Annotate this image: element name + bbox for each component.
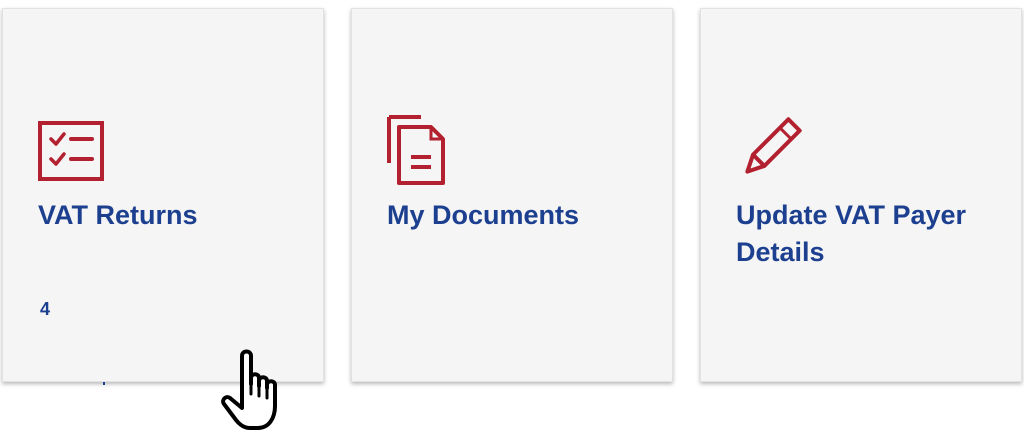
tile-count: 4 [40,299,51,319]
stray-dot [103,382,105,385]
tile-title: VAT Returns [38,200,198,230]
tile-title: Update VAT Payer Details [736,200,967,267]
tile-update-vat-payer-details[interactable]: Update VAT Payer Details [700,8,1022,382]
checklist-icon [36,113,108,185]
tile-grid: VAT Returns 4 My Documents Update VAT Pa… [0,0,1024,436]
documents-icon [385,113,457,185]
tile-my-documents[interactable]: My Documents [351,8,673,382]
tile-vat-returns[interactable]: VAT Returns 4 [2,8,324,382]
pencil-icon [734,113,806,185]
tile-title: My Documents [387,200,580,230]
